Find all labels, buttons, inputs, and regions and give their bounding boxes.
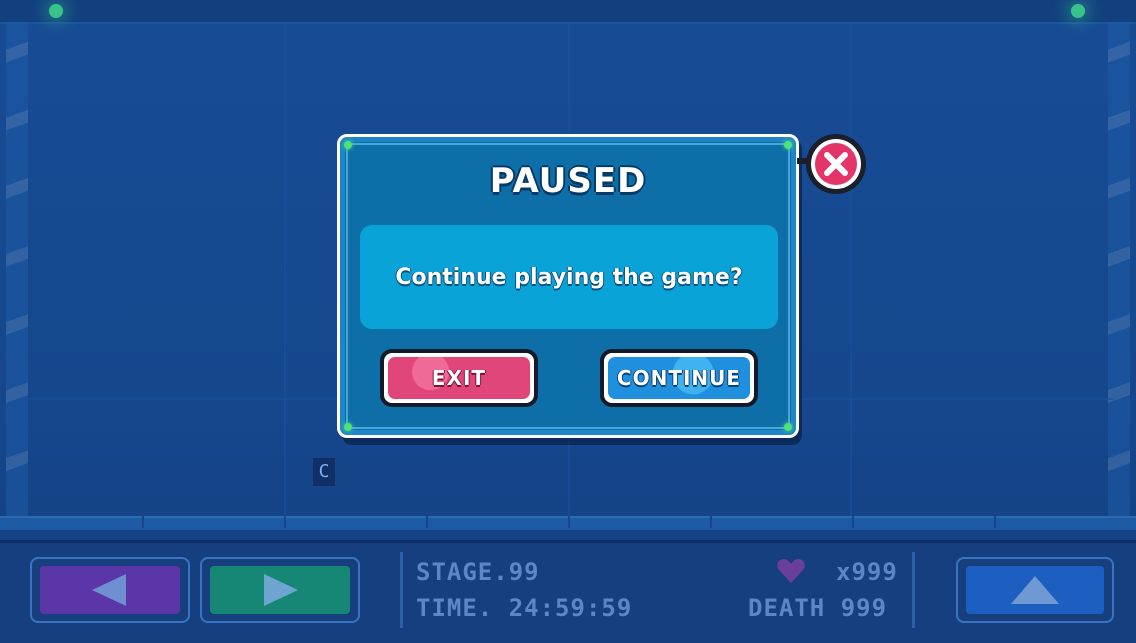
continue-button[interactable]: CONTINUE [600,349,758,407]
heart-icon [777,559,805,583]
floor-seam [426,516,428,528]
move-right-face [210,566,350,614]
ceiling-light [1071,4,1085,18]
corner-rivet [344,423,352,431]
dialog-message: Continue playing the game? [395,264,743,290]
floor-seam [142,516,144,528]
wall-panel-seam [850,24,852,516]
stray-glyph: C [313,458,335,486]
arrow-left-icon [92,574,126,606]
move-right-button[interactable] [200,557,360,623]
exit-button-label: EXIT [388,357,530,399]
floor-seam [852,516,854,528]
continue-button-label: CONTINUE [608,357,750,399]
ceiling-light [49,4,63,18]
corner-rivet [784,423,792,431]
move-left-face [40,566,180,614]
arrow-right-icon [264,574,298,606]
close-button[interactable] [806,134,866,194]
move-left-button[interactable] [30,557,190,623]
pause-dialog: PAUSED Continue playing the game? EXIT C… [337,134,799,438]
jump-face [966,566,1104,614]
right-wall [1108,22,1130,517]
death-count: DEATH 999 [748,594,888,622]
close-x-icon [824,152,848,176]
exit-button[interactable]: EXIT [380,349,538,407]
lives-count: x999 [836,558,898,586]
arrow-up-icon [1011,576,1059,604]
left-wall [6,22,28,517]
ceiling-rail [0,0,1136,24]
corner-rivet [784,141,792,149]
dialog-title: PAUSED [489,161,647,201]
hud-divider [400,552,403,628]
jump-button[interactable] [956,557,1114,623]
time-label: TIME. 24:59:59 [416,594,633,622]
stage-label: STAGE.99 [416,558,540,586]
hud-divider [912,552,915,628]
corner-rivet [344,141,352,149]
floor-seam [568,516,570,528]
floor-seam [284,516,286,528]
message-box: Continue playing the game? [360,225,778,329]
floor-seam [710,516,712,528]
wall-panel-seam [284,24,286,516]
floor-seam [994,516,996,528]
